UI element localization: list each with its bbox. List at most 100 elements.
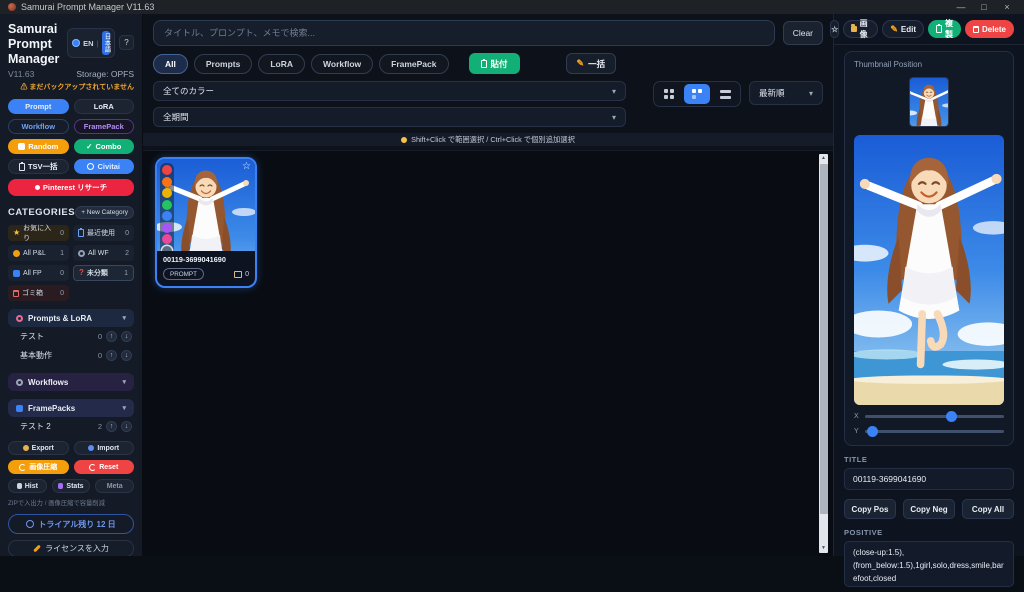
move-down-button[interactable]: ↓ — [121, 331, 132, 343]
view-grid-button[interactable] — [656, 84, 682, 104]
x-slider-thumb[interactable] — [946, 411, 958, 422]
license-button[interactable]: ライセンスを入力 — [8, 540, 134, 556]
section-workflows[interactable]: Workflows ▾ — [8, 373, 134, 392]
framepack-button[interactable]: FramePack — [73, 119, 134, 135]
image-preview[interactable] — [854, 135, 1004, 405]
search-input[interactable] — [153, 20, 775, 46]
chevron-down-icon: ▾ — [611, 112, 616, 122]
hist-button[interactable]: Hist — [8, 479, 47, 494]
close-button[interactable]: × — [998, 0, 1016, 14]
language-en[interactable]: EN — [83, 39, 93, 48]
random-button[interactable]: Random — [8, 139, 69, 155]
color-dot-yellow[interactable] — [162, 188, 172, 198]
copy-pos-button[interactable]: Copy Pos — [844, 499, 896, 519]
view-list-button[interactable] — [712, 84, 738, 104]
section-framepacks[interactable]: FramePacks ▾ — [8, 399, 134, 418]
combo-button[interactable]: ✓ Combo — [73, 139, 134, 155]
scroll-up-arrow[interactable]: ▲ — [819, 154, 828, 163]
tsv-bulk-button[interactable]: TSV一括 — [8, 159, 69, 175]
filter-tab-lora[interactable]: LoRA — [258, 53, 306, 74]
export-button[interactable]: Export — [8, 441, 69, 456]
new-category-button[interactable]: + New Category — [75, 206, 134, 220]
lora-button[interactable]: LoRA — [73, 99, 134, 115]
category-all-wf[interactable]: All WF 2 — [73, 245, 134, 262]
prompt-card[interactable]: ☆ 00119-3699041690 PROMPT 0 — [155, 157, 257, 288]
move-down-button[interactable]: ↓ — [121, 350, 132, 362]
main-scrollbar[interactable]: ▲ ▼ — [819, 154, 828, 553]
thumbnail-preview[interactable] — [909, 77, 949, 127]
x-slider[interactable] — [865, 411, 1004, 422]
filter-tab-all[interactable]: All — [153, 53, 188, 74]
move-up-button[interactable]: ↑ — [106, 350, 117, 362]
prompt-button[interactable]: Prompt — [8, 99, 69, 115]
duplicate-button[interactable]: 複製 — [927, 19, 961, 39]
color-dot-orange[interactable] — [162, 176, 172, 187]
filter-tab-prompts[interactable]: Prompts — [193, 53, 253, 74]
color-dot-red[interactable] — [162, 165, 172, 175]
minimize-button[interactable]: — — [952, 0, 970, 14]
copy-all-button[interactable]: Copy All — [962, 499, 1014, 519]
language-toggle[interactable]: EN | 日本語 — [67, 28, 115, 58]
category-trash[interactable]: ゴミ箱 0 — [8, 285, 69, 302]
list-item-test2[interactable]: テスト 2 2 ↑ ↓ — [8, 417, 134, 436]
positive-prompt-textarea[interactable]: (close-up:1.5), (from_below:1.5),1girl,s… — [844, 541, 1014, 587]
scrollbar-thumb[interactable] — [819, 164, 828, 514]
list-item-basic[interactable]: 基本動作 0 ↑ ↓ — [8, 346, 134, 365]
help-button[interactable]: ? — [119, 35, 134, 50]
card-thumbnail[interactable]: ☆ — [157, 159, 255, 251]
card-title: 00119-3699041690 — [163, 255, 226, 264]
reset-icon — [89, 463, 97, 471]
section-prompts-lora[interactable]: Prompts & LoRA ▾ — [8, 309, 134, 328]
x-slider-label: X — [854, 413, 859, 420]
civitai-button[interactable]: Civitai — [73, 159, 134, 175]
meta-button[interactable]: Meta — [95, 479, 134, 494]
category-favorites[interactable]: ★ お気に入り 0 — [8, 225, 69, 242]
move-up-button[interactable]: ↑ — [106, 421, 117, 433]
masonry-icon — [692, 89, 702, 99]
color-dot-pink[interactable] — [162, 234, 172, 244]
sort-select[interactable]: 最新順 ▾ — [749, 81, 823, 105]
color-filter-select[interactable]: 全てのカラー ▾ — [153, 81, 626, 101]
color-dot-blue[interactable] — [162, 211, 172, 221]
image-button[interactable]: 画像 — [843, 19, 879, 39]
delete-button[interactable]: Delete — [964, 20, 1014, 38]
scroll-down-arrow[interactable]: ▼ — [819, 544, 828, 553]
image-compress-button[interactable]: 画像圧縮 — [8, 460, 69, 475]
period-filter-select[interactable]: 全期間 ▾ — [153, 107, 626, 127]
filter-tab-framepack[interactable]: FramePack — [379, 53, 449, 74]
category-all-pl[interactable]: All P&L 1 — [8, 245, 69, 262]
view-masonry-button[interactable] — [684, 84, 710, 104]
positive-label: POSITIVE — [844, 528, 883, 537]
maximize-button[interactable]: □ — [975, 0, 993, 14]
category-recent[interactable]: 最近使用 0 — [73, 225, 134, 242]
workflow-button[interactable]: Workflow — [8, 119, 69, 135]
bulk-button[interactable]: ✎ 一括 — [565, 53, 617, 74]
main-area: Clear All Prompts LoRA Workflow FramePac… — [143, 14, 833, 556]
category-unsorted[interactable]: ? 未分類 1 — [73, 265, 134, 282]
favorite-button[interactable]: ☆ — [830, 20, 840, 38]
y-slider[interactable] — [865, 426, 1004, 437]
favorite-star-icon[interactable]: ☆ — [242, 161, 251, 172]
color-dot-purple[interactable] — [162, 222, 172, 233]
filter-tab-workflow[interactable]: Workflow — [311, 53, 374, 74]
color-dot-green[interactable] — [162, 199, 172, 210]
y-slider-thumb[interactable] — [866, 426, 878, 437]
chevron-down-icon: ▾ — [808, 88, 813, 98]
clear-button[interactable]: Clear — [782, 21, 823, 45]
title-input[interactable] — [844, 468, 1014, 490]
color-dot-none[interactable] — [162, 245, 172, 251]
move-down-button[interactable]: ↓ — [121, 421, 132, 433]
stats-button[interactable]: Stats — [51, 479, 91, 494]
reset-button[interactable]: Reset — [73, 460, 134, 475]
language-jp-active[interactable]: 日本語 — [101, 31, 110, 55]
list-item-test[interactable]: テスト 0 ↑ ↓ — [8, 327, 134, 346]
clipboard-icon — [935, 24, 942, 33]
paste-button[interactable]: 貼付 — [468, 53, 520, 74]
category-all-fp[interactable]: All FP 0 — [8, 265, 69, 282]
edit-button[interactable]: ✎ Edit — [882, 20, 924, 38]
import-button[interactable]: Import — [73, 441, 134, 456]
copy-neg-button[interactable]: Copy Neg — [903, 499, 955, 519]
trial-button[interactable]: トライアル残り 12 日 — [8, 514, 134, 535]
pinterest-research-button[interactable]: Pinterest リサーチ — [8, 179, 134, 197]
move-up-button[interactable]: ↑ — [106, 331, 117, 343]
